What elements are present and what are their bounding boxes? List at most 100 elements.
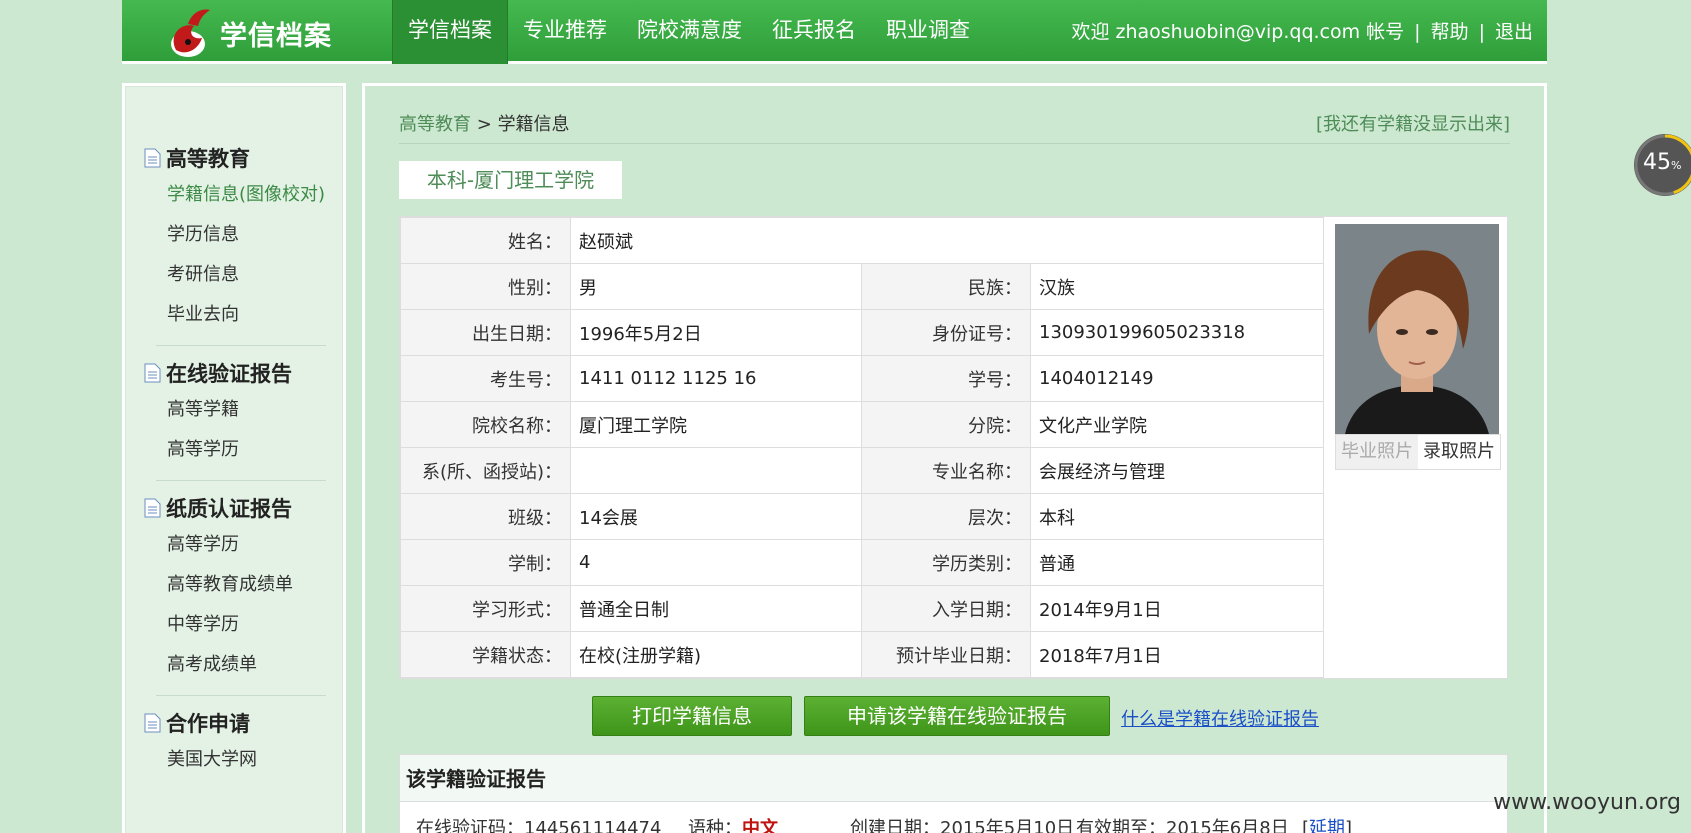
valid-until-value: 2015年6月8日 xyxy=(1166,818,1289,833)
photo-tabs: 毕业照片 录取照片 xyxy=(1335,434,1501,470)
sidebar-item-gaokao-scores[interactable]: 高考成绩单 xyxy=(144,645,342,685)
divider xyxy=(399,143,1510,144)
what-is-report-link[interactable]: 什么是学籍在线验证报告 xyxy=(1121,705,1319,731)
id-value: 130930199605023318 xyxy=(1030,309,1324,356)
student-no-value: 1404012149 xyxy=(1030,355,1324,402)
ethnic-label: 民族： xyxy=(861,263,1031,310)
nav-career-survey[interactable]: 职业调查 xyxy=(871,0,985,64)
student-photo xyxy=(1335,224,1499,434)
valid-until-field: 有效期至：2015年6月8日 xyxy=(1076,814,1289,833)
tab-school-record[interactable]: 本科-厦门理工学院 xyxy=(399,161,622,199)
top-header: 学信档案 学信档案 专业推荐 院校满意度 征兵报名 职业调查 欢迎 zhaosh… xyxy=(122,0,1547,64)
id-label: 身份证号： xyxy=(861,309,1031,356)
table-row: 院校名称： 厦门理工学院 分院： 文化产业学院 xyxy=(400,401,1324,448)
bracket-open: [ xyxy=(1302,818,1310,833)
sidebar-section-online-report: 在线验证报告 高等学籍 高等学历 xyxy=(126,356,342,470)
level-value: 本科 xyxy=(1030,493,1324,540)
ethnic-value: 汉族 xyxy=(1030,263,1324,310)
separator: | xyxy=(1478,21,1485,43)
report-row: 在线验证码：144561114474 语种：中文 创建日期：2015年5月10日… xyxy=(400,801,1507,833)
divider xyxy=(156,695,326,696)
main-panel: 高等教育 > 学籍信息 [我还有学籍没显示出来] 本科-厦门理工学院 姓名： 赵… xyxy=(362,83,1547,833)
major-value: 会展经济与管理 xyxy=(1030,447,1324,494)
table-row: 学制： 4 学历类别： 普通 xyxy=(400,539,1324,586)
sidebar-item-transcript[interactable]: 高等教育成绩单 xyxy=(144,565,342,605)
speed-ball-widget[interactable]: 45% xyxy=(1634,134,1691,196)
language-label: 语种： xyxy=(688,818,742,833)
verification-report-panel: 该学籍验证报告 在线验证码：144561114474 语种：中文 创建日期：20… xyxy=(399,754,1508,833)
report-title: 该学籍验证报告 xyxy=(406,767,546,791)
progress-readout: 45% xyxy=(1643,150,1681,175)
sidebar-section-higher-edu: 高等教育 学籍信息(图像校对) 学历信息 考研信息 毕业去向 xyxy=(126,141,342,335)
tab-graduation-photo[interactable]: 毕业照片 xyxy=(1336,435,1418,469)
table-row: 学习形式： 普通全日制 入学日期： 2014年9月1日 xyxy=(400,585,1324,632)
enroll-date-value: 2014年9月1日 xyxy=(1030,585,1324,632)
progress-unit: % xyxy=(1671,159,1682,172)
sidebar-item-secondary-degree[interactable]: 中等学历 xyxy=(144,605,342,645)
breadcrumb-current: 学籍信息 xyxy=(497,114,570,135)
degree-type-label: 学历类别： xyxy=(861,539,1031,586)
sidebar-section-cooperation: 合作申请 美国大学网 xyxy=(126,706,342,780)
exam-no-label: 考生号： xyxy=(400,355,571,402)
missing-record-link[interactable]: [我还有学籍没显示出来] xyxy=(1316,110,1510,136)
school-label: 院校名称： xyxy=(400,401,571,448)
gender-value: 男 xyxy=(570,263,862,310)
verify-code-field: 在线验证码：144561114474 xyxy=(416,814,661,833)
sidebar-item-postgrad-exam[interactable]: 考研信息 xyxy=(144,255,342,295)
welcome-text: 欢迎 zhaoshuobin@vip.qq.com xyxy=(1071,21,1361,43)
account-link[interactable]: 帐号 xyxy=(1366,0,1404,64)
tab-admission-photo[interactable]: 录取照片 xyxy=(1418,435,1500,469)
branch-label: 分院： xyxy=(861,401,1031,448)
breadcrumb: 高等教育 > 学籍信息 xyxy=(399,110,570,136)
sidebar-section-title: 纸质认证报告 xyxy=(166,497,292,521)
school-value: 厦门理工学院 xyxy=(570,401,862,448)
sidebar-item-enrollment-info[interactable]: 学籍信息(图像校对) xyxy=(144,175,342,215)
extend-link[interactable]: 延期 xyxy=(1309,818,1345,833)
sidebar: 高等教育 学籍信息(图像校对) 学历信息 考研信息 毕业去向 在线验证报告 高等… xyxy=(122,83,346,833)
divider xyxy=(156,480,326,481)
enroll-date-label: 入学日期： xyxy=(861,585,1031,632)
sidebar-item-degree-info[interactable]: 学历信息 xyxy=(144,215,342,255)
help-link[interactable]: 帮助 xyxy=(1431,0,1469,64)
exam-no-value: 1411 0112 1125 16 xyxy=(570,355,862,402)
sidebar-item-online-enrollment[interactable]: 高等学籍 xyxy=(144,390,342,430)
name-label: 姓名： xyxy=(400,217,571,264)
table-row: 出生日期： 1996年5月2日 身份证号： 130930199605023318 xyxy=(400,309,1324,356)
main-nav: 学信档案 专业推荐 院校满意度 征兵报名 职业调查 xyxy=(392,0,985,64)
grad-date-label: 预计毕业日期： xyxy=(861,631,1031,678)
nav-xuexin-dangan[interactable]: 学信档案 xyxy=(392,0,508,64)
apply-online-report-button[interactable]: 申请该学籍在线验证报告 xyxy=(804,696,1110,736)
name-value: 赵硕斌 xyxy=(570,217,1324,264)
sidebar-item-online-degree[interactable]: 高等学历 xyxy=(144,430,342,470)
created-date-label: 创建日期： xyxy=(850,818,940,833)
sidebar-item-us-university[interactable]: 美国大学网 xyxy=(144,740,342,780)
table-row: 学籍状态： 在校(注册学籍) 预计毕业日期： 2018年7月1日 xyxy=(400,631,1324,678)
logout-link[interactable]: 退出 xyxy=(1495,0,1533,64)
nav-school-satisfaction[interactable]: 院校满意度 xyxy=(622,0,757,64)
sidebar-item-graduate-destination[interactable]: 毕业去向 xyxy=(144,295,342,335)
duration-value: 4 xyxy=(570,539,862,586)
verify-code-value: 144561114474 xyxy=(524,818,662,833)
nav-major-recommend[interactable]: 专业推荐 xyxy=(508,0,622,64)
document-icon xyxy=(144,498,161,518)
extend-field: [延期] xyxy=(1302,814,1352,833)
created-date-field: 创建日期：2015年5月10日 xyxy=(850,814,1074,833)
birth-value: 1996年5月2日 xyxy=(570,309,862,356)
sidebar-item-paper-degree[interactable]: 高等学历 xyxy=(144,525,342,565)
nav-military-signup[interactable]: 征兵报名 xyxy=(757,0,871,64)
major-label: 专业名称： xyxy=(861,447,1031,494)
class-value: 14会展 xyxy=(570,493,862,540)
duration-label: 学制： xyxy=(400,539,571,586)
study-form-label: 学习形式： xyxy=(400,585,571,632)
bracket-close: ] xyxy=(1345,818,1353,833)
print-enrollment-button[interactable]: 打印学籍信息 xyxy=(592,696,792,736)
breadcrumb-higher-edu[interactable]: 高等教育 xyxy=(399,114,471,135)
branch-value: 文化产业学院 xyxy=(1030,401,1324,448)
document-icon xyxy=(144,148,161,168)
gender-label: 性别： xyxy=(400,263,571,310)
status-label: 学籍状态： xyxy=(400,631,571,678)
table-row: 系(所、函授站)： 专业名称： 会展经济与管理 xyxy=(400,447,1324,494)
document-icon xyxy=(144,363,161,383)
separator: | xyxy=(1414,21,1421,43)
table-row: 班级： 14会展 层次： 本科 xyxy=(400,493,1324,540)
